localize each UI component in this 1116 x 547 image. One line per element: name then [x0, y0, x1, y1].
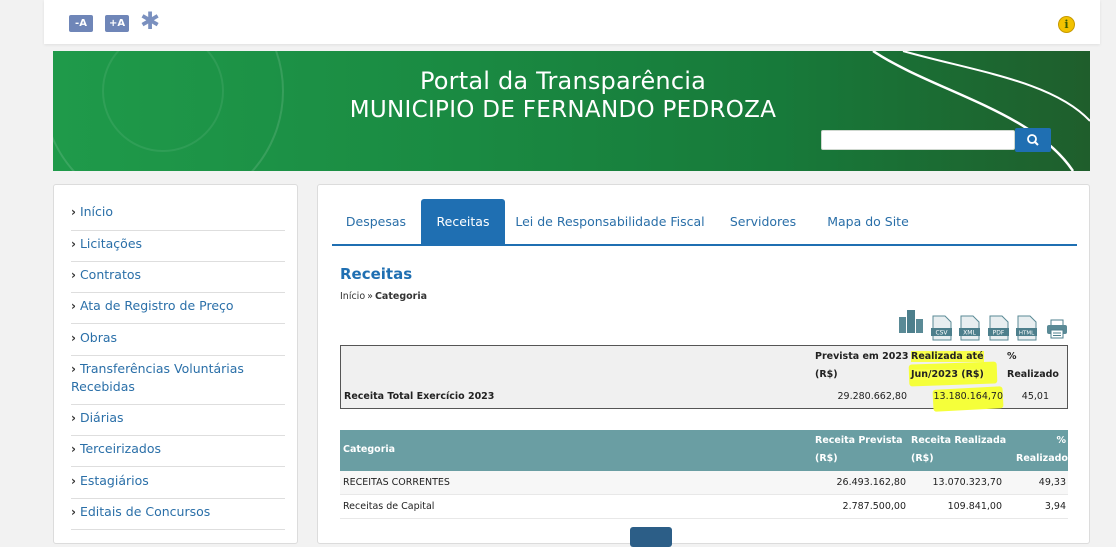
- col-pct-header: % Realizado: [1007, 351, 1059, 380]
- csv-export-button[interactable]: CSV: [931, 315, 952, 341]
- sidebar-item-transferencias[interactable]: › Transferências Voluntárias Recebidas: [71, 360, 285, 405]
- chevron-right-icon: ›: [71, 237, 76, 251]
- category-table-header: Categoria Receita Prevista (R$) Receita R…: [340, 430, 1068, 471]
- tab-servidores[interactable]: Servidores: [718, 199, 808, 244]
- sidebar-item-editais-concursos[interactable]: › Editais de Concursos: [71, 503, 285, 530]
- summary-prevista: 29.280.662,80: [837, 391, 907, 402]
- head-pct: % Realizado: [1016, 435, 1068, 464]
- sidebar-item-label: Transferências Voluntárias Recebidas: [71, 361, 244, 394]
- chevron-right-icon: ›: [71, 268, 76, 282]
- chevron-right-icon: ›: [71, 505, 76, 519]
- cell-realizada: 13.070.323,70: [932, 477, 1002, 488]
- chevron-right-icon: ›: [71, 299, 76, 313]
- chevron-right-icon: ›: [71, 411, 76, 425]
- breadcrumb-current: Categoria: [374, 291, 427, 302]
- search-button[interactable]: [1015, 128, 1051, 152]
- svg-text:CSV: CSV: [935, 330, 948, 337]
- sidebar-item-label: Diárias: [79, 410, 124, 425]
- sidebar-item-estagiarios[interactable]: › Estagiários: [71, 472, 285, 499]
- col-prevista-header: Prevista em 2023 (R$): [815, 351, 909, 380]
- cell-categoria[interactable]: Receitas de Capital: [343, 501, 434, 512]
- cell-categoria[interactable]: RECEITAS CORRENTES: [343, 477, 450, 488]
- cell-prevista: 26.493.162,80: [836, 477, 906, 488]
- sidebar-item-label: Obras: [79, 330, 118, 345]
- cell-prevista: 2.787.500,00: [842, 501, 906, 512]
- tab-mapa-do-site[interactable]: Mapa do Site: [818, 199, 918, 244]
- sidebar-item-label: Estagiários: [79, 473, 149, 488]
- head-realizada: Receita Realizada (R$): [911, 435, 1007, 464]
- main-content: Despesas Receitas Lei de Responsabilidad…: [317, 184, 1090, 547]
- tab-despesas[interactable]: Despesas: [332, 199, 420, 244]
- html-file-icon: HTML: [1016, 315, 1037, 341]
- svg-text:HTML: HTML: [1019, 331, 1035, 337]
- accessibility-bar: -A +A ✱ i: [44, 0, 1100, 44]
- xml-export-button[interactable]: XML: [959, 315, 980, 341]
- summary-pct: 45,01: [1021, 391, 1049, 402]
- head-prevista: Receita Prevista (R$): [815, 435, 903, 464]
- sidebar-item-inicio[interactable]: › Início: [71, 203, 285, 231]
- pdf-export-button[interactable]: PDF: [988, 315, 1009, 341]
- breadcrumb-home[interactable]: Início: [340, 291, 365, 302]
- table-row[interactable]: Receitas de Capital 2.787.500,00 109.841…: [340, 495, 1068, 519]
- chevron-right-icon: ›: [71, 205, 76, 219]
- sidebar-item-ata-registro-preco[interactable]: › Ata de Registro de Preço: [71, 297, 285, 324]
- xml-file-icon: XML: [959, 315, 980, 341]
- sidebar-item-label: Licitações: [79, 236, 143, 251]
- sidebar-item-terceirizados[interactable]: › Terceirizados: [71, 440, 285, 467]
- breadcrumb: Início» Categoria: [340, 291, 427, 302]
- breadcrumb-separator: »: [367, 291, 373, 302]
- chart-icon[interactable]: [898, 309, 924, 335]
- tab-receitas[interactable]: Receitas: [421, 199, 505, 244]
- tab-lei-responsabilidade-fiscal[interactable]: Lei de Responsabilidade Fiscal: [512, 199, 708, 244]
- summary-table: Prevista em 2023 (R$) Realizada até Jun/20…: [340, 345, 1068, 412]
- pdf-file-icon: PDF: [988, 315, 1009, 341]
- svg-text:PDF: PDF: [993, 330, 1005, 337]
- search-icon: [1027, 134, 1039, 146]
- head-categoria: Categoria: [343, 444, 396, 455]
- portal-title: Portal da Transparência: [419, 67, 706, 95]
- sidebar-item-label: Editais de Concursos: [79, 504, 211, 519]
- table-row[interactable]: RECEITAS CORRENTES 26.493.162,80 13.070.…: [340, 471, 1068, 495]
- chevron-right-icon: ›: [71, 442, 76, 456]
- sidebar-item-licitacoes[interactable]: › Licitações: [71, 235, 285, 262]
- sidebar-item-label: Terceirizados: [79, 441, 161, 456]
- sidebar-item-label: Contratos: [79, 267, 142, 282]
- sidebar-menu: › Início › Licitações › Contratos › Ata de R…: [53, 184, 298, 544]
- html-export-button[interactable]: HTML: [1016, 315, 1037, 341]
- cell-realizada: 109.841,00: [947, 501, 1002, 512]
- export-toolbar: CSV XML PDF HTML: [898, 307, 1073, 343]
- cell-pct: 3,94: [1044, 501, 1066, 512]
- sidebar-item-obras[interactable]: › Obras: [71, 329, 285, 356]
- font-increase-button[interactable]: +A: [105, 15, 129, 32]
- sidebar-item-label: Ata de Registro de Preço: [79, 298, 234, 313]
- font-decrease-button[interactable]: -A: [69, 15, 93, 32]
- svg-text:XML: XML: [963, 330, 976, 337]
- print-icon[interactable]: [1046, 319, 1068, 339]
- info-icon[interactable]: i: [1058, 16, 1075, 33]
- header-banner: Portal da Transparência MUNICIPIO DE FER…: [53, 51, 1090, 171]
- summary-row-label: Receita Total Exercício 2023: [344, 391, 495, 402]
- col-realizada-header: Realizada até Jun/2023 (R$): [911, 351, 984, 380]
- municipality-title: MUNICIPIO DE FERNANDO PEDROZA: [349, 97, 777, 123]
- chevron-right-icon: ›: [71, 362, 76, 376]
- page-title: Receitas: [340, 265, 413, 283]
- sidebar-item-contratos[interactable]: › Contratos: [71, 266, 285, 293]
- summary-realizada: 13.180.164,70: [933, 391, 1003, 402]
- cell-pct: 49,33: [1038, 477, 1066, 488]
- contrast-icon[interactable]: ✱: [140, 9, 160, 33]
- search-input[interactable]: [821, 130, 1015, 150]
- csv-file-icon: CSV: [931, 315, 952, 341]
- tab-bar: Despesas Receitas Lei de Responsabilidad…: [332, 199, 1077, 246]
- chevron-right-icon: ›: [71, 331, 76, 345]
- sidebar-item-label: Início: [79, 204, 114, 219]
- sidebar-item-diarias[interactable]: › Diárias: [71, 409, 285, 436]
- pagination-button[interactable]: [630, 527, 672, 547]
- chevron-right-icon: ›: [71, 474, 76, 488]
